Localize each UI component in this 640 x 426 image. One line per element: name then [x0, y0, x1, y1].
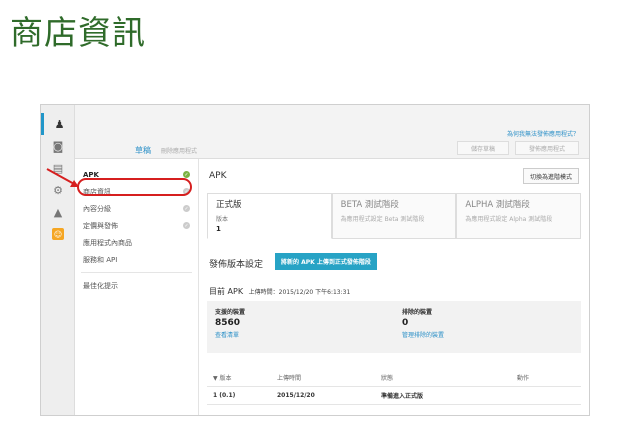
annotation-arrow: [46, 168, 79, 187]
nav-item-label: 定價與發佈: [83, 221, 118, 230]
advanced-mode-button[interactable]: 切換為進階模式: [522, 168, 579, 184]
promo-icon[interactable]: ☺: [41, 223, 75, 245]
check-icon: ✓: [183, 171, 190, 178]
track-label: 版本: [216, 216, 229, 223]
upload-apk-button[interactable]: 將新的 APK 上傳到正式發佈階段: [275, 253, 377, 270]
page-title: APK: [209, 171, 227, 181]
excluded-devices: 排除的裝置 0 管理排除的裝置: [394, 301, 581, 353]
column-header: 狀態: [381, 375, 394, 382]
tab-production[interactable]: 正式版 版本 1: [207, 193, 332, 239]
table-cell: 準備進入正式版: [381, 393, 424, 400]
check-icon: ✓: [183, 222, 190, 229]
excluded-count: 0: [402, 318, 409, 328]
devices-panel: 支援的裝置 8560 查看清單 排除的裝置 0 管理排除的裝置: [207, 301, 581, 353]
save-draft-button[interactable]: 儲存草稿: [457, 141, 509, 155]
apk-table: ▼ 版本 上傳時間 狀態 動作 1 (0.1) 2015/12/20 準備進入正…: [207, 369, 581, 405]
nav-item-optimization-tips[interactable]: 最佳化提示: [75, 277, 198, 294]
column-header: 動作: [517, 375, 530, 382]
table-header: ▼ 版本 上傳時間 狀態 動作: [207, 369, 581, 387]
nav-item-label: 應用程式內商品: [83, 238, 132, 247]
track-label: 為應用程式設定 Beta 測試階段: [340, 216, 425, 223]
console-screenshot: ♟ ◙ ▤ ⚙ ▲ ☺ 草稿 刪除應用程式 為何我無法發佈應用程式？ 儲存草稿 …: [40, 104, 590, 416]
column-header[interactable]: ▼ 版本: [207, 373, 277, 382]
nav-item-services-api[interactable]: 服務和 API: [75, 251, 198, 268]
track-name: 正式版: [216, 200, 242, 210]
table-cell: 2015/12/20: [277, 392, 315, 399]
app-name[interactable]: 草稿: [135, 145, 151, 156]
divider: [81, 272, 192, 273]
check-icon: ✓: [183, 205, 190, 212]
track-name: ALPHA 測試階段: [465, 200, 530, 210]
tab-beta[interactable]: BETA 測試階段 為應用程式設定 Beta 測試階段: [331, 193, 457, 239]
supported-devices: 支援的裝置 8560 查看清單: [207, 301, 394, 353]
excluded-label: 排除的裝置: [402, 309, 433, 316]
delete-app-link[interactable]: 刪除應用程式: [161, 146, 197, 155]
nav-item-label: 最佳化提示: [83, 281, 118, 290]
upload-time: 上傳時間：2015/12/20 下午6:13:31: [248, 289, 351, 296]
track-version: 1: [216, 225, 221, 233]
track-tabs: 正式版 版本 1 BETA 測試階段 為應用程式設定 Beta 測試階段 ALP…: [207, 193, 582, 239]
publish-app-button[interactable]: 發佈應用程式: [515, 141, 579, 155]
nav-item-in-app-products[interactable]: 應用程式內商品: [75, 234, 198, 251]
view-list-link[interactable]: 查看清單: [215, 330, 386, 339]
supported-label: 支援的裝置: [215, 309, 246, 316]
help-link[interactable]: 為何我無法發佈應用程式？: [507, 129, 579, 138]
manage-excluded-link[interactable]: 管理排除的裝置: [402, 330, 573, 339]
table-cell: 1 (0.1): [213, 392, 236, 399]
supported-count: 8560: [215, 318, 241, 328]
column-header: 上傳時間: [277, 375, 302, 382]
main-panel: APK 切換為進階模式 正式版 版本 1 BETA 測試階段 為應用程式設定 B…: [199, 159, 589, 415]
section-title: 發佈版本設定: [209, 260, 264, 270]
nav-item-label: 內容分級: [83, 204, 111, 213]
top-bar: 草稿 刪除應用程式 為何我無法發佈應用程式？ 儲存草稿 發佈應用程式: [75, 105, 589, 159]
nav-item-pricing[interactable]: 定價與發佈 ✓: [75, 217, 198, 234]
track-label: 為應用程式設定 Alpha 測試階段: [465, 216, 553, 223]
slide-title: 商店資訊: [10, 13, 146, 52]
nav-item-label: 服務和 API: [83, 255, 118, 264]
table-row[interactable]: 1 (0.1) 2015/12/20 準備進入正式版: [207, 387, 581, 405]
tab-alpha[interactable]: ALPHA 測試階段 為應用程式設定 Alpha 測試階段: [456, 193, 582, 239]
track-name: BETA 測試階段: [340, 200, 399, 210]
current-apk: 目前 APK 上傳時間：2015/12/20 下午6:13:31: [209, 286, 350, 297]
current-apk-label: 目前 APK: [209, 287, 244, 296]
